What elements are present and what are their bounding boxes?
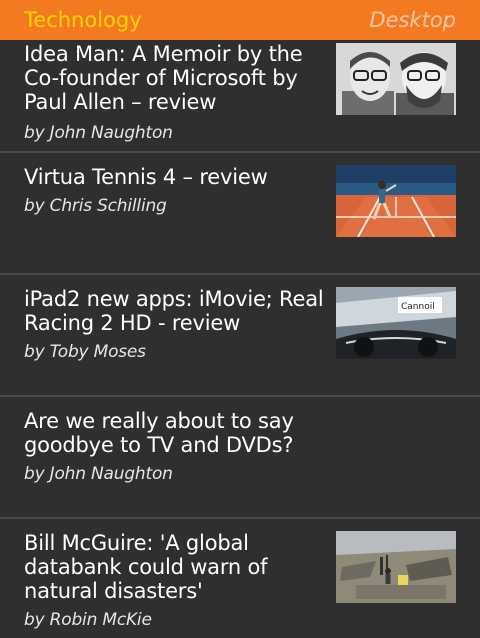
article-headline[interactable]: Bill McGuire: 'A global databank could w… [24,531,324,603]
article-row[interactable]: Virtua Tennis 4 – review by Chris Schill… [0,153,480,275]
article-thumbnail[interactable] [336,531,456,603]
article-headline[interactable]: Idea Man: A Memoir by the Co-founder of … [24,42,324,114]
section-title[interactable]: Technology [24,6,142,34]
article-row[interactable]: Are we really about to say goodbye to TV… [0,397,480,519]
article-byline: by John Naughton [24,464,173,484]
svg-text:Cannoil: Cannoil [401,302,435,312]
article-byline: by John Naughton [24,123,173,143]
two-men-photo-icon [336,43,456,115]
article-thumbnail[interactable] [336,43,456,115]
top-bar: Technology Desktop [0,0,480,40]
article-headline[interactable]: Are we really about to say goodbye to TV… [24,409,324,457]
article-thumbnail[interactable] [336,165,456,237]
article-row[interactable]: Bill McGuire: 'A global databank could w… [0,519,480,638]
article-headline[interactable]: Virtua Tennis 4 – review [24,165,324,189]
article-row[interactable]: Idea Man: A Memoir by the Co-founder of … [0,40,480,153]
article-headline[interactable]: iPad2 new apps: iMovie; Real Racing 2 HD… [24,287,324,335]
racing-car-icon: Cannoil [336,287,456,359]
article-thumbnail[interactable]: Cannoil [336,287,456,359]
article-byline: by Toby Moses [24,342,146,362]
disaster-scene-icon [336,531,456,603]
desktop-link[interactable]: Desktop [369,6,456,34]
article-byline: by Chris Schilling [24,196,167,216]
tennis-court-icon [336,165,456,237]
article-byline: by Robin McKie [24,610,152,630]
article-row[interactable]: iPad2 new apps: iMovie; Real Racing 2 HD… [0,275,480,397]
